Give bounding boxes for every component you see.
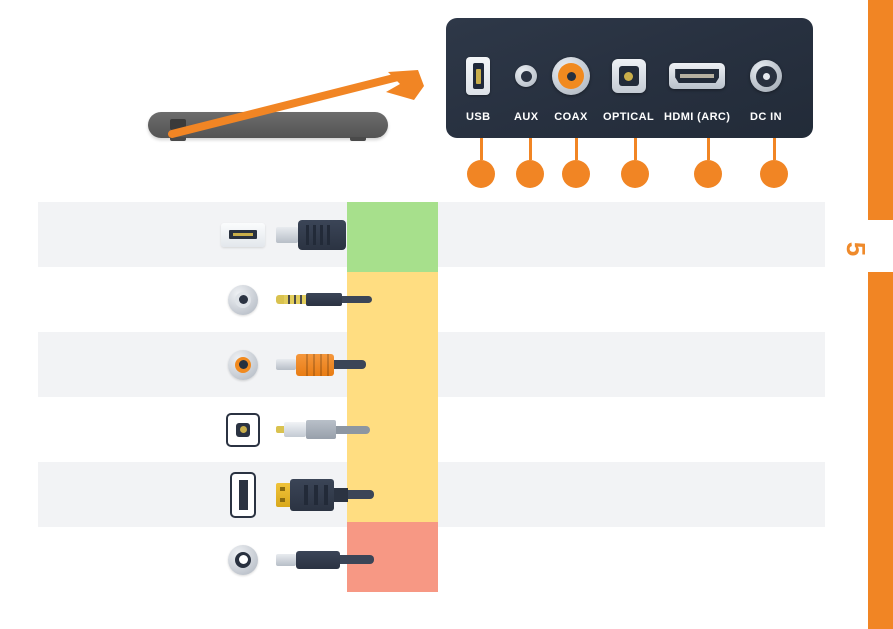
callout-arrow-icon <box>168 70 424 138</box>
callout-stem <box>574 138 578 160</box>
optical-port-icon <box>611 48 646 104</box>
aux-jack-icon <box>213 267 273 332</box>
callout-dot <box>467 160 495 188</box>
callout-stem <box>633 138 637 160</box>
port-label-optical: OPTICAL <box>603 111 655 123</box>
connection-table <box>38 202 825 592</box>
callout-marker-aux[interactable] <box>516 138 544 188</box>
port-dc-in[interactable]: DC IN <box>750 48 782 123</box>
port-coax[interactable]: COAX <box>552 48 590 123</box>
usb-port-icon <box>466 48 491 104</box>
hdmi-jack-icon <box>213 462 273 527</box>
callout-dot <box>760 160 788 188</box>
dc-power-jack-icon <box>750 48 782 104</box>
edge-accent-bar-top <box>868 0 893 220</box>
callout-marker-coax[interactable] <box>562 138 590 188</box>
coax-jack-icon <box>213 332 273 397</box>
callout-marker-optical[interactable] <box>621 138 649 188</box>
port-optical[interactable]: OPTICAL <box>603 48 654 123</box>
callout-dot <box>694 160 722 188</box>
port-label-hdmi-arc: HDMI (ARC) <box>664 111 731 123</box>
callout-marker-dc-in[interactable] <box>760 138 788 188</box>
dc-jack-icon <box>213 527 273 592</box>
page-number: 5 <box>841 241 872 257</box>
aux-jack-icon <box>515 48 538 104</box>
callout-marker-usb[interactable] <box>467 138 495 188</box>
optical-jack-icon <box>213 397 273 462</box>
edge-accent-bar-bottom <box>868 272 893 629</box>
usb-jack-icon <box>213 202 273 267</box>
callout-stem <box>528 138 532 160</box>
callout-dot <box>562 160 590 188</box>
manual-page: 5 manualshive.com USB AUX <box>0 0 893 629</box>
dc-plug-icon <box>276 527 386 592</box>
aux-plug-icon <box>276 267 386 332</box>
hdmi-plug-icon <box>276 462 386 527</box>
port-label-dc-in: DC IN <box>750 111 782 123</box>
coaxial-jack-icon <box>552 48 590 104</box>
port-label-coax: COAX <box>554 111 588 123</box>
port-usb[interactable]: USB <box>466 48 491 123</box>
rear-port-panel: USB AUX COAX OPTICAL HDMI (ARC) DC IN <box>446 18 813 138</box>
callout-stem <box>706 138 710 160</box>
callout-stem <box>479 138 483 160</box>
callout-dot <box>621 160 649 188</box>
coax-plug-icon <box>276 332 386 397</box>
port-hdmi-arc[interactable]: HDMI (ARC) <box>664 48 730 123</box>
port-label-aux: AUX <box>514 111 539 123</box>
optical-plug-icon <box>276 397 386 462</box>
hdmi-port-icon <box>669 48 726 104</box>
callout-marker-hdmi[interactable] <box>694 138 722 188</box>
usb-plug-icon <box>276 202 386 267</box>
port-label-usb: USB <box>466 111 491 123</box>
callout-stem <box>772 138 776 160</box>
callout-dot <box>516 160 544 188</box>
port-aux[interactable]: AUX <box>514 48 538 123</box>
